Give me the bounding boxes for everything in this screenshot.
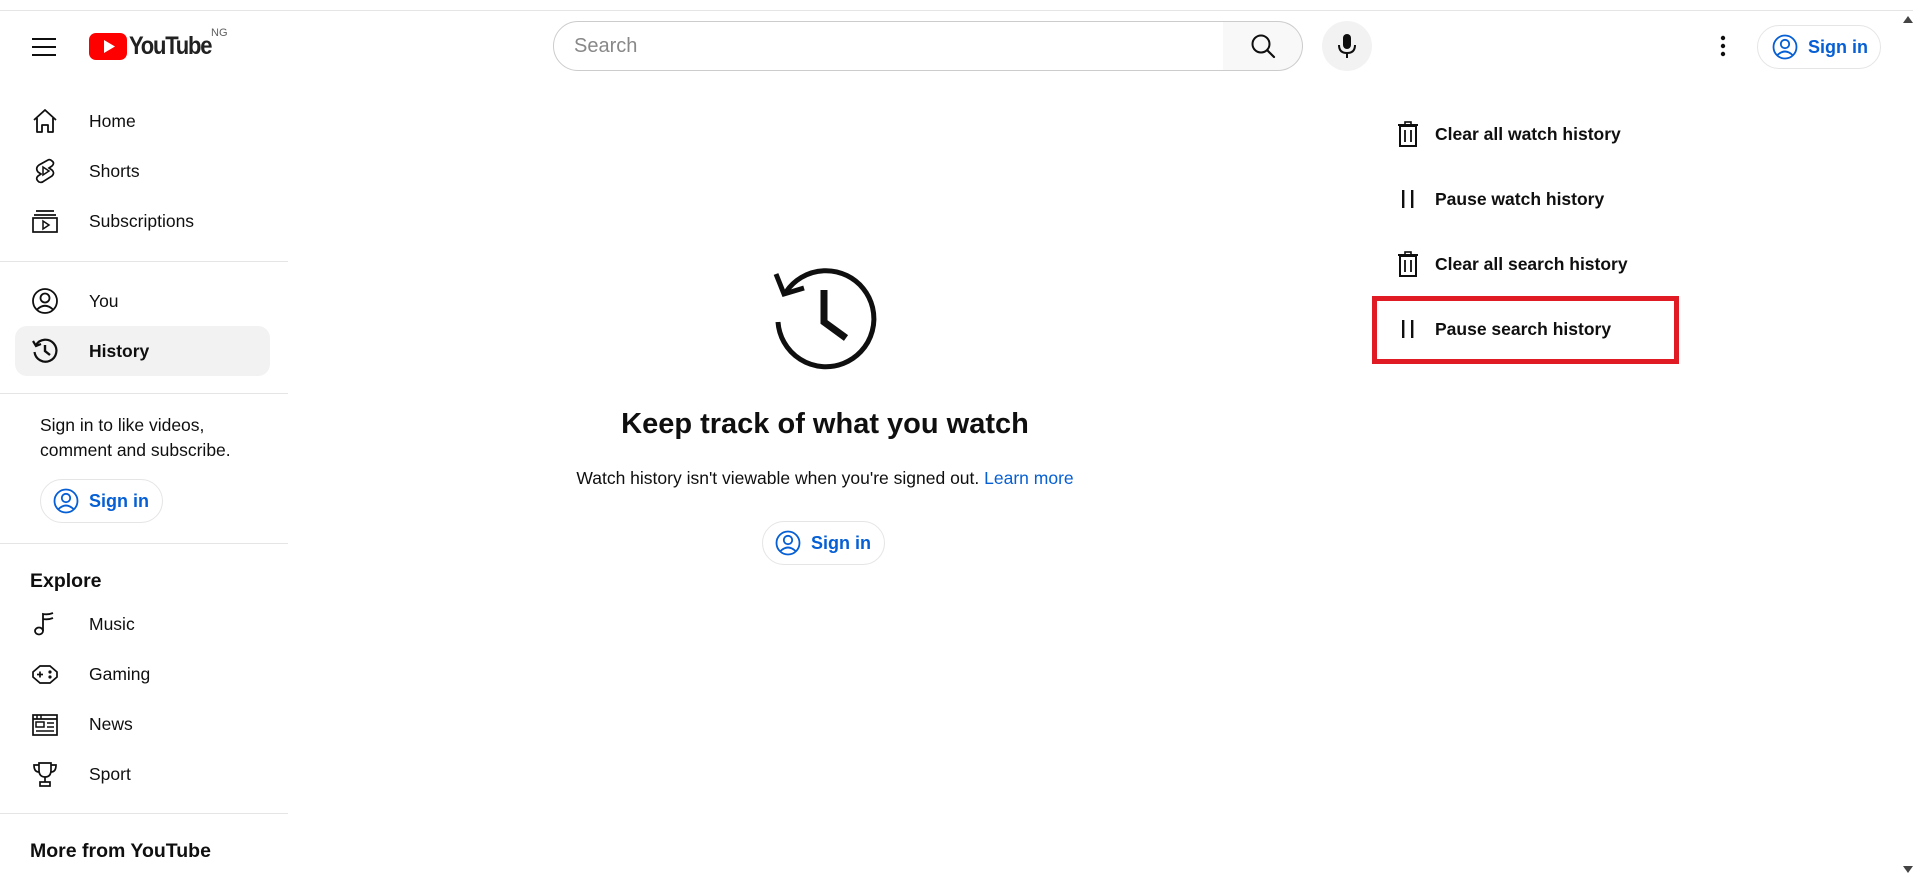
sidebar-item-label: Sport [89,763,131,784]
youtube-logo[interactable]: YouTube [89,31,222,61]
search-input[interactable] [574,34,1224,58]
main-sign-in-label: Sign in [811,532,871,553]
main-sign-in-button[interactable]: Sign in [762,521,885,565]
account-circle-icon [53,488,79,514]
trash-icon [1393,119,1423,149]
sidebar-item-sport[interactable]: Sport [15,749,270,799]
scroll-down-arrow-icon[interactable] [1903,866,1913,873]
sidebar-sign-in-button[interactable]: Sign in [40,479,163,523]
learn-more-link[interactable]: Learn more [984,468,1074,488]
header-sign-in-label: Sign in [1808,36,1868,57]
more-options-button[interactable] [1703,26,1743,66]
sidebar-divider [0,813,288,814]
gaming-icon [30,659,60,689]
trash-icon [1393,249,1423,279]
news-icon [30,709,60,739]
pause-icon [1393,184,1423,214]
sidebar-item-you[interactable]: You [15,276,270,326]
action-label: Pause search history [1435,318,1612,339]
home-icon [30,106,60,136]
subscriptions-icon [30,206,60,236]
clear-all-watch-history-button[interactable]: Clear all watch history [1393,112,1673,156]
sidebar-sign-in-prompt: Sign in to like videos, comment and subs… [40,415,231,460]
sidebar-item-gaming[interactable]: Gaming [15,649,270,699]
sidebar-item-home[interactable]: Home [15,96,270,146]
sidebar-item-label: History [89,340,150,361]
account-circle-icon [30,286,60,316]
sidebar-item-news[interactable]: News [15,699,270,749]
voice-search-button[interactable] [1322,21,1372,71]
empty-state-title: Keep track of what you watch [621,408,1029,440]
empty-state-subtitle: Watch history isn't viewable when you're… [520,468,1130,489]
search-box [553,21,1225,71]
clear-all-search-history-button[interactable]: Clear all search history [1393,242,1673,286]
sidebar-item-label: News [89,713,133,734]
music-icon [30,609,60,639]
sidebar-divider [0,261,288,262]
search-icon [1251,34,1275,59]
sidebar-item-label: Gaming [89,663,151,684]
browser-top-edge [0,0,1913,11]
trophy-icon [30,759,60,789]
account-circle-icon [775,530,801,556]
pause-icon [1393,314,1423,344]
sidebar-item-label: You [89,290,119,311]
action-label: Clear all search history [1435,253,1628,274]
vertical-dots-icon [1720,35,1726,57]
history-icon [30,336,60,366]
sidebar-item-label: Music [89,613,135,634]
menu-icon[interactable] [24,27,64,67]
more-from-youtube-title: More from YouTube [30,840,211,862]
sidebar-item-shorts[interactable]: Shorts [15,146,270,196]
masthead: YouTube NG Sign in [0,11,1913,79]
scroll-up-arrow-icon[interactable] [1903,16,1913,23]
sidebar-item-label: Subscriptions [89,210,195,231]
search-button[interactable] [1223,21,1303,71]
explore-title: Explore [30,570,102,592]
sidebar-item-subscriptions[interactable]: Subscriptions [15,196,270,246]
pause-watch-history-button[interactable]: Pause watch history [1393,177,1673,221]
header-sign-in-button[interactable]: Sign in [1757,25,1881,69]
history-large-icon [773,268,877,370]
pause-search-history-button[interactable]: Pause search history [1393,307,1673,351]
sidebar-item-label: Home [89,110,136,131]
microphone-icon [1338,34,1356,58]
account-circle-icon [1772,34,1798,60]
sidebar-sign-in-label: Sign in [89,490,149,511]
action-label: Clear all watch history [1435,123,1621,144]
action-label: Pause watch history [1435,188,1605,209]
sidebar-divider [0,543,288,544]
logo-wordmark: YouTube [129,31,212,60]
sidebar-item-label: Shorts [89,160,140,181]
country-code: NG [211,27,228,39]
empty-state-subtitle-text: Watch history isn't viewable when you're… [576,468,980,488]
sidebar: Home Shorts Subscriptions You History Si… [0,79,288,880]
sidebar-item-music[interactable]: Music [15,599,270,649]
sidebar-item-history[interactable]: History [15,326,270,376]
shorts-icon [30,156,60,186]
youtube-play-logo-icon [89,32,127,60]
sidebar-divider [0,393,288,394]
